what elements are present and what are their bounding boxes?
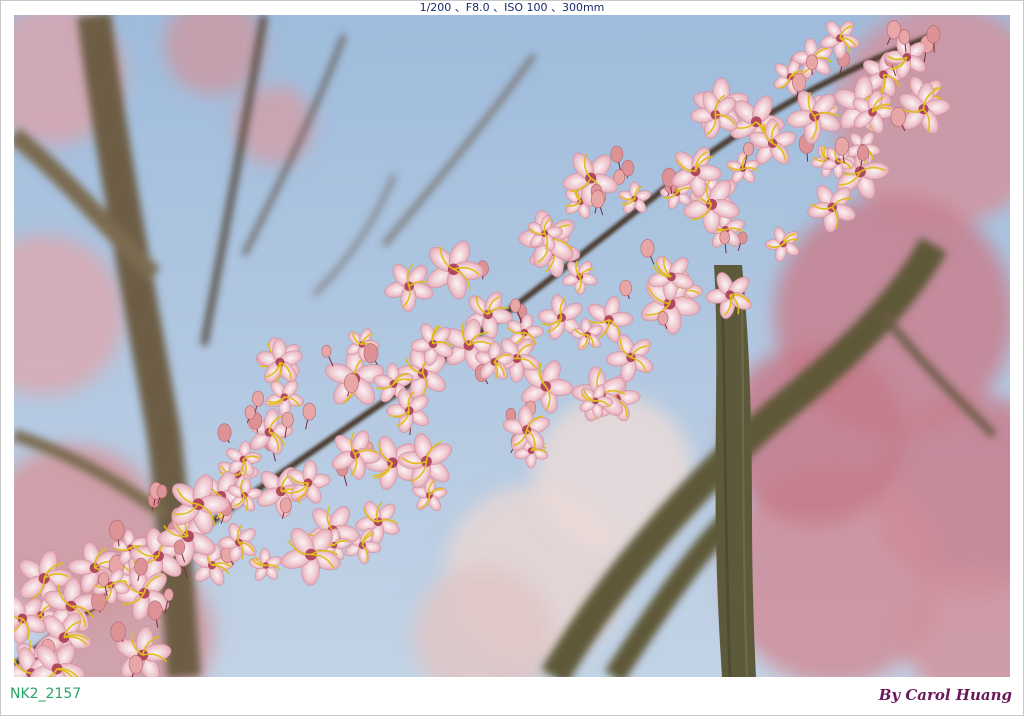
photographer-credit: By Carol Huang [878, 686, 1012, 704]
flowering-branch-photo [14, 15, 1010, 677]
photo-canvas [14, 15, 1010, 677]
image-id-label: NK2_2157 [10, 686, 82, 702]
exif-caption: 1/200 、F8.0 、ISO 100 、300mm [419, 1, 605, 14]
